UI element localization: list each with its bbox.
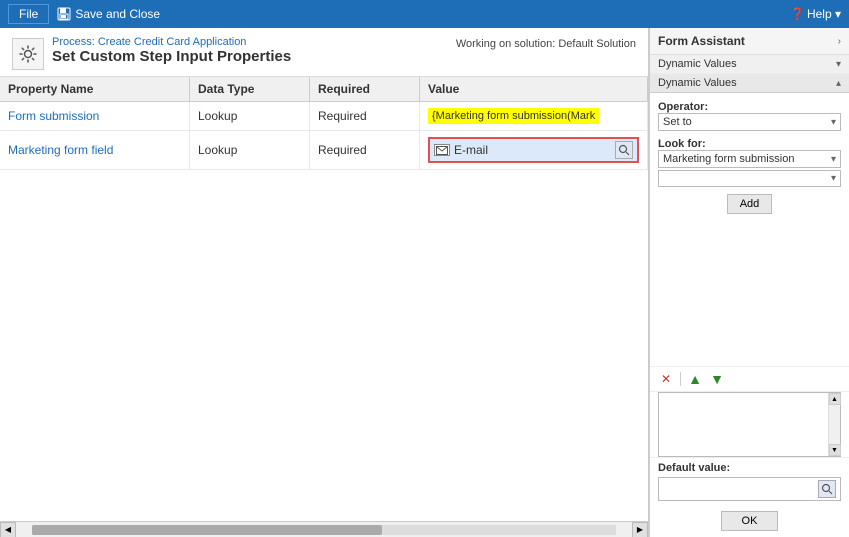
yellow-value: {Marketing form submission(Mark [428, 108, 599, 124]
save-close-button[interactable]: Save and Close [57, 7, 160, 21]
scroll-down-arrow[interactable]: ▼ [829, 444, 841, 456]
add-button-row: Add [658, 192, 841, 214]
default-value-input[interactable] [658, 477, 841, 501]
email-field-text: E-mail [454, 143, 611, 157]
email-lookup-button[interactable] [615, 141, 633, 159]
scrollbar-thumb[interactable] [32, 525, 382, 535]
delete-icon[interactable]: ✕ [658, 371, 674, 387]
add-button[interactable]: Add [727, 194, 773, 214]
left-panel: Process: Create Credit Card Application … [0, 28, 649, 537]
help-icon: ❓ [790, 7, 805, 21]
look-for-dropdown-arrow[interactable]: ▾ [831, 154, 836, 165]
scroll-up-arrow[interactable]: ▲ [829, 393, 841, 405]
header-text: Process: Create Credit Card Application … [52, 36, 291, 65]
dynamic-values-dropdown-arrow[interactable]: ▾ [836, 59, 841, 70]
dynamic-values-section-label: Dynamic Values [658, 58, 737, 70]
table-header: Property Name Data Type Required Value [0, 77, 648, 102]
required-0: Required [310, 102, 420, 130]
value-0: {Marketing form submission(Mark [420, 102, 648, 130]
required-1: Required [310, 131, 420, 169]
property-table: Property Name Data Type Required Value F… [0, 77, 648, 521]
dynamic-values-row[interactable]: Dynamic Values ▾ [650, 55, 849, 74]
ok-button[interactable]: OK [721, 511, 779, 531]
down-arrow-icon[interactable]: ▼ [709, 371, 725, 387]
look-for-sub-arrow[interactable]: ▾ [831, 173, 836, 184]
help-link[interactable]: Help ▾ [807, 7, 841, 21]
col-data-type: Data Type [190, 77, 310, 101]
form-assistant-collapse-button[interactable]: › [838, 36, 841, 47]
look-for-dropdown[interactable]: Marketing form submission ▾ [658, 150, 841, 168]
operator-dropdown[interactable]: Set to ▾ [658, 113, 841, 131]
col-required: Required [310, 77, 420, 101]
default-value-lookup-button[interactable] [818, 480, 836, 498]
look-for-label: Look for: [658, 138, 841, 150]
title-bar: File Save and Close ❓ Help ▾ [0, 0, 849, 28]
operator-value: Set to [663, 116, 692, 128]
dynamic-values-collapse-arrow[interactable]: ▴ [836, 78, 841, 89]
text-area[interactable]: ▲ ▼ [658, 392, 841, 457]
email-value-cell[interactable]: E-mail [420, 131, 648, 169]
form-assistant-title: Form Assistant [658, 34, 745, 48]
scroll-right-arrow[interactable]: ▶ [632, 522, 648, 537]
operator-field: Operator: Set to ▾ [658, 99, 841, 131]
scrollbar-track[interactable] [32, 525, 616, 535]
right-panel: Form Assistant › Dynamic Values ▾ Dynami… [649, 28, 849, 537]
action-row: ✕ ▲ ▼ [650, 366, 849, 392]
look-for-field: Look for: Marketing form submission ▾ ▾ [658, 136, 841, 187]
settings-icon [12, 38, 44, 70]
property-form-submission[interactable]: Form submission [0, 102, 190, 130]
look-for-value: Marketing form submission [663, 153, 794, 165]
default-value-label: Default value: [658, 462, 841, 474]
divider [680, 372, 681, 386]
operator-label: Operator: [658, 101, 841, 113]
up-arrow-icon[interactable]: ▲ [687, 371, 703, 387]
form-assistant-header: Form Assistant › [650, 28, 849, 55]
table-row: Form submission Lookup Required {Marketi… [0, 102, 648, 131]
header-area: Process: Create Credit Card Application … [0, 28, 648, 77]
title-bar-right: ❓ Help ▾ [790, 7, 841, 21]
main-container: Process: Create Credit Card Application … [0, 28, 849, 537]
form-body: Operator: Set to ▾ Look for: Marketing f… [650, 93, 849, 366]
operator-dropdown-arrow[interactable]: ▾ [831, 117, 836, 128]
email-input-wrapper[interactable]: E-mail [428, 137, 639, 163]
property-marketing-form-field[interactable]: Marketing form field [0, 131, 190, 169]
horizontal-scrollbar[interactable]: ◀ ▶ [0, 521, 648, 537]
look-for-sub-dropdown[interactable]: ▾ [658, 170, 841, 187]
save-close-label: Save and Close [75, 7, 160, 21]
ok-button-row: OK [650, 505, 849, 537]
text-area-scrollbar[interactable]: ▲ ▼ [828, 393, 840, 456]
working-on-label: Working on solution: Default Solution [456, 36, 636, 50]
page-title: Set Custom Step Input Properties [52, 48, 291, 65]
table-row: Marketing form field Lookup Required E-m… [0, 131, 648, 170]
scroll-left-arrow[interactable]: ◀ [0, 522, 16, 537]
default-value-text[interactable] [663, 480, 814, 498]
col-value: Value [420, 77, 648, 101]
dynamic-values-expanded-header: Dynamic Values ▴ [650, 74, 849, 93]
email-field-icon [434, 144, 450, 156]
dynamic-values-label: Dynamic Values [658, 77, 737, 89]
file-button[interactable]: File [8, 4, 49, 24]
default-value-section: Default value: [650, 457, 849, 505]
data-type-1: Lookup [190, 131, 310, 169]
save-icon [57, 7, 71, 21]
process-label: Process: Create Credit Card Application [52, 36, 291, 48]
col-property-name: Property Name [0, 77, 190, 101]
data-type-0: Lookup [190, 102, 310, 130]
